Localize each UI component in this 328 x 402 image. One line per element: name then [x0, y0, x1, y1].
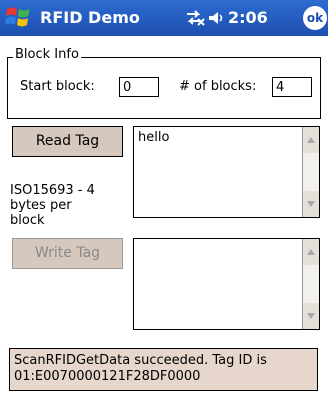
status-line: ScanRFIDGetData succeeded. Tag ID is	[14, 353, 267, 368]
connectivity-icon[interactable]	[183, 9, 205, 27]
write-data-textarea[interactable]	[133, 238, 320, 330]
block-info-legend: Block Info	[13, 47, 81, 62]
scroll-track[interactable]	[303, 265, 319, 303]
start-block-input[interactable]: 0	[119, 77, 159, 97]
chevron-down-icon	[307, 313, 315, 319]
write-tag-button[interactable]: Write Tag	[12, 238, 123, 269]
clock[interactable]: 2:06	[228, 8, 268, 27]
chevron-up-icon	[307, 137, 315, 143]
info-line: ISO15693 - 4	[10, 183, 95, 198]
write-vertical-scrollbar[interactable]	[302, 239, 319, 329]
start-block-label: Start block:	[20, 79, 95, 94]
volume-icon[interactable]	[207, 9, 225, 27]
block-size-info: ISO15693 - 4 bytes per block	[10, 183, 122, 228]
status-line: 01:E0070000121F28DF0000	[14, 369, 201, 384]
read-vertical-scrollbar[interactable]	[302, 127, 319, 217]
scroll-up-button[interactable]	[303, 239, 319, 265]
chevron-down-icon	[307, 201, 315, 207]
scroll-down-button[interactable]	[303, 191, 319, 217]
read-tag-button[interactable]: Read Tag	[12, 126, 123, 157]
chevron-up-icon	[307, 249, 315, 255]
info-line: block	[10, 213, 45, 228]
status-message: ScanRFIDGetData succeeded. Tag ID is 01:…	[9, 348, 318, 391]
title-bar: RFID Demo 2:06 ok	[0, 0, 328, 36]
num-blocks-input[interactable]: 4	[272, 77, 312, 97]
windows-start-icon[interactable]	[4, 3, 34, 33]
info-line: bytes per	[10, 198, 72, 213]
scroll-up-button[interactable]	[303, 127, 319, 153]
read-data-textarea[interactable]: hello	[133, 126, 320, 218]
window-title: RFID Demo	[40, 8, 140, 27]
scroll-down-button[interactable]	[303, 303, 319, 329]
read-data-text: hello	[138, 130, 170, 145]
num-blocks-label: # of blocks:	[179, 79, 257, 94]
scroll-track[interactable]	[303, 153, 319, 191]
ok-button[interactable]: ok	[303, 6, 327, 30]
